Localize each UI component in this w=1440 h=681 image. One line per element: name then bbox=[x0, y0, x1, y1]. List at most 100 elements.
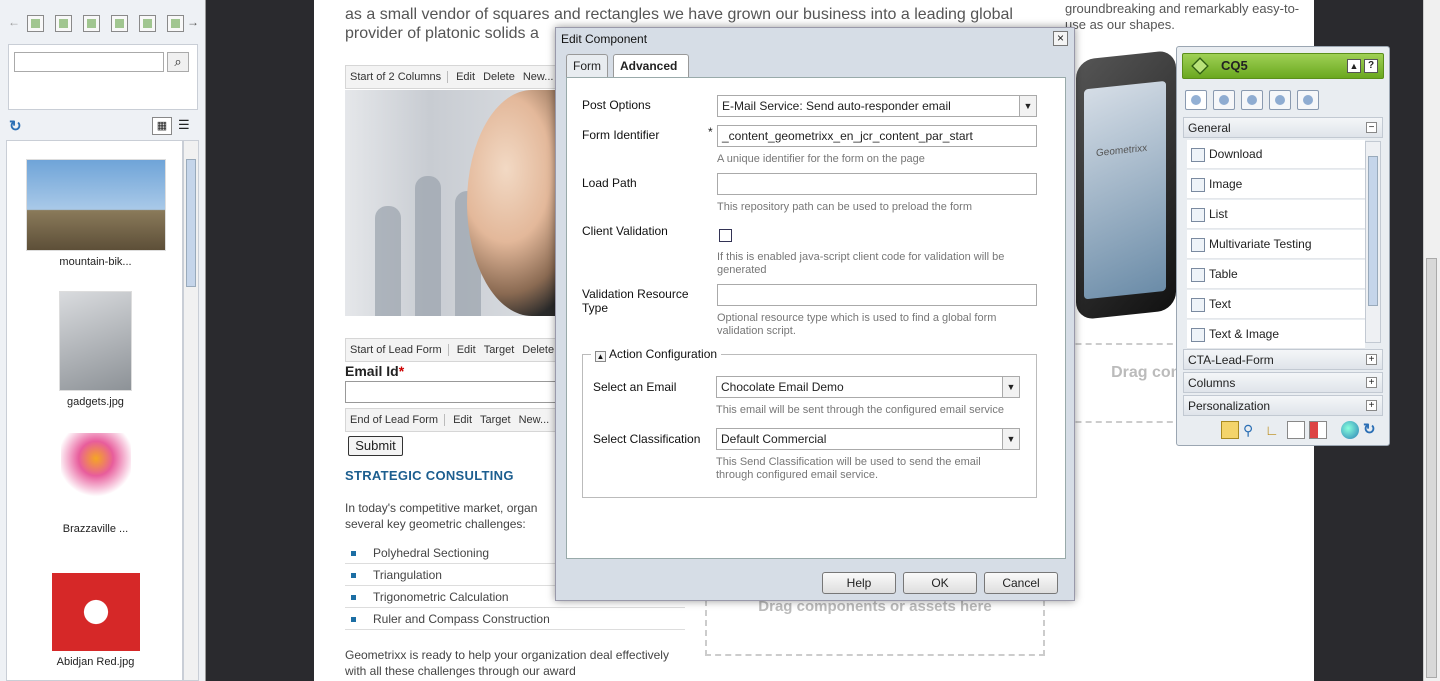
new-link[interactable]: New... bbox=[523, 71, 554, 83]
columns-edit-bar[interactable]: Start of 2 Columns Edit Delete New... bbox=[345, 65, 557, 89]
tab-form[interactable]: Form bbox=[566, 54, 608, 77]
images-tab-icon[interactable] bbox=[27, 15, 44, 32]
select-email-value: Chocolate Email Demo bbox=[721, 380, 844, 394]
asset-scrollbar[interactable] bbox=[183, 140, 199, 681]
chevron-down-icon[interactable]: ▼ bbox=[1019, 96, 1036, 116]
paragraphs-tab-icon[interactable] bbox=[167, 15, 184, 32]
select-classification-dropdown[interactable]: Default Commercial ▼ bbox=[716, 428, 1020, 450]
cq5-sidekick: CQ5 ▲ ? General − Download Image List Mul… bbox=[1176, 46, 1390, 446]
delete-link[interactable]: Delete bbox=[522, 344, 554, 356]
help-button[interactable]: Help bbox=[822, 572, 896, 594]
documents-tab-icon[interactable] bbox=[55, 15, 72, 32]
component-table[interactable]: Table bbox=[1187, 260, 1365, 289]
help-icon[interactable]: ? bbox=[1364, 59, 1378, 73]
component-text[interactable]: Text bbox=[1187, 290, 1365, 319]
window-scrollbar[interactable] bbox=[1423, 0, 1440, 681]
select-email-dropdown[interactable]: Chocolate Email Demo ▼ bbox=[716, 376, 1020, 398]
collapse-icon[interactable]: − bbox=[1366, 122, 1377, 133]
expand-icon[interactable]: + bbox=[1366, 377, 1377, 388]
asset-item[interactable]: Abidjan Red.jpg bbox=[7, 573, 182, 668]
edit-link[interactable]: Edit bbox=[457, 344, 476, 356]
phone-image: Geometrixx bbox=[1076, 49, 1176, 321]
scrollbar-thumb[interactable] bbox=[1426, 258, 1437, 678]
new-link[interactable]: New... bbox=[519, 414, 550, 426]
submit-button[interactable]: Submit bbox=[348, 436, 403, 456]
group-columns[interactable]: Columns + bbox=[1183, 372, 1383, 393]
shorts-photo bbox=[51, 573, 140, 651]
group-personalization[interactable]: Personalization + bbox=[1183, 395, 1383, 416]
end-lead-form-edit-bar[interactable]: End of Lead FormEditTargetNew...P bbox=[345, 408, 557, 432]
dialog-title: Edit Component bbox=[561, 32, 648, 46]
flash-tab-icon[interactable] bbox=[139, 15, 156, 32]
grid-view-icon[interactable]: ▦ bbox=[152, 117, 172, 135]
target-link[interactable]: Target bbox=[484, 344, 515, 356]
products-tab-icon[interactable] bbox=[111, 15, 128, 32]
load-path-input[interactable] bbox=[717, 173, 1037, 195]
clientcontext-icon[interactable] bbox=[1309, 421, 1327, 439]
asset-search-input[interactable] bbox=[14, 52, 164, 72]
group-general[interactable]: General − bbox=[1183, 117, 1383, 138]
action-configuration-fieldset: ▲ Action Configuration Select an Email Ch… bbox=[582, 347, 1037, 498]
refresh-icon[interactable]: ↻ bbox=[9, 117, 22, 135]
component-text-image[interactable]: Text & Image bbox=[1187, 320, 1365, 349]
post-options-select[interactable]: E-Mail Service: Send auto-responder emai… bbox=[717, 95, 1037, 117]
components-tab-icon[interactable] bbox=[1185, 90, 1207, 110]
collapse-icon[interactable]: ▲ bbox=[1347, 59, 1361, 73]
cancel-button[interactable]: Cancel bbox=[984, 572, 1058, 594]
asset-thumbnails: mountain-bik... gadgets.jpg Brazzaville … bbox=[6, 140, 183, 681]
validation-resource-input[interactable] bbox=[717, 284, 1037, 306]
component-multivariate-testing[interactable]: Multivariate Testing bbox=[1187, 230, 1365, 259]
component-download[interactable]: Download bbox=[1187, 140, 1365, 169]
design-mode-icon[interactable]: ∟ bbox=[1265, 421, 1283, 439]
email-id-input[interactable] bbox=[345, 381, 557, 403]
page-tab-icon[interactable] bbox=[1213, 90, 1235, 110]
sidekick-header[interactable]: CQ5 ▲ ? bbox=[1182, 53, 1384, 79]
paragraph-2: Geometrixx is ready to help your organiz… bbox=[345, 648, 669, 678]
group-label: Columns bbox=[1188, 376, 1236, 390]
email-label-text: Email Id bbox=[345, 363, 399, 379]
preview-icon[interactable]: ⚲ bbox=[1243, 421, 1261, 439]
mountain-bike-photo bbox=[25, 159, 166, 251]
edit-mode-icon[interactable] bbox=[1221, 421, 1239, 439]
close-icon[interactable]: × bbox=[1053, 31, 1068, 46]
component-list[interactable]: List bbox=[1187, 200, 1365, 229]
search-icon[interactable]: ⌕ bbox=[167, 52, 189, 72]
form-identifier-help: A unique identifier for the form on the … bbox=[717, 153, 925, 165]
list-view-icon[interactable]: ☰ bbox=[178, 117, 190, 133]
ok-button[interactable]: OK bbox=[903, 572, 977, 594]
expand-icon[interactable]: + bbox=[1366, 354, 1377, 365]
chevron-down-icon[interactable]: ▼ bbox=[1002, 429, 1019, 449]
asset-item[interactable]: mountain-bik... bbox=[7, 159, 182, 268]
forward-arrow-icon[interactable]: → bbox=[187, 15, 199, 29]
edit-link[interactable]: Edit bbox=[453, 414, 472, 426]
action-configuration-legend[interactable]: ▲ Action Configuration bbox=[591, 347, 722, 362]
information-tab-icon[interactable] bbox=[1241, 90, 1263, 110]
back-arrow-icon[interactable]: ← bbox=[8, 15, 20, 29]
expand-icon[interactable]: + bbox=[1366, 400, 1377, 411]
sidekick-scrollbar[interactable] bbox=[1365, 141, 1381, 343]
paragraph: In today's competitive market, organ sev… bbox=[345, 501, 538, 531]
delete-link[interactable]: Delete bbox=[483, 71, 515, 83]
workflow-tab-icon[interactable] bbox=[1297, 90, 1319, 110]
lead-form-edit-bar[interactable]: Start of Lead Form Edit Target Delete bbox=[345, 338, 557, 362]
group-cta-lead-form[interactable]: CTA-Lead-Form + bbox=[1183, 349, 1383, 370]
scrollbar-thumb[interactable] bbox=[186, 159, 196, 287]
pages-tab-icon[interactable] bbox=[83, 15, 100, 32]
asset-item[interactable]: gadgets.jpg bbox=[7, 291, 182, 408]
properties-icon[interactable] bbox=[1287, 421, 1305, 439]
tab-advanced[interactable]: Advanced bbox=[613, 54, 689, 78]
chevron-down-icon[interactable]: ▼ bbox=[1002, 377, 1019, 397]
client-validation-checkbox[interactable] bbox=[719, 229, 732, 242]
component-image[interactable]: Image bbox=[1187, 170, 1365, 199]
scrollbar-thumb[interactable] bbox=[1368, 156, 1378, 306]
required-marker: * bbox=[398, 363, 405, 379]
asset-label: gadgets.jpg bbox=[67, 396, 124, 408]
form-identifier-input[interactable]: _content_geometrixx_en_jcr_content_par_s… bbox=[717, 125, 1037, 147]
collapse-icon[interactable]: ▲ bbox=[595, 351, 606, 362]
globe-icon[interactable] bbox=[1341, 421, 1359, 439]
target-link[interactable]: Target bbox=[480, 414, 511, 426]
edit-link[interactable]: Edit bbox=[456, 71, 475, 83]
asset-item[interactable]: Brazzaville ... bbox=[7, 433, 182, 535]
refresh-icon[interactable]: ↻ bbox=[1363, 421, 1381, 439]
versioning-tab-icon[interactable] bbox=[1269, 90, 1291, 110]
